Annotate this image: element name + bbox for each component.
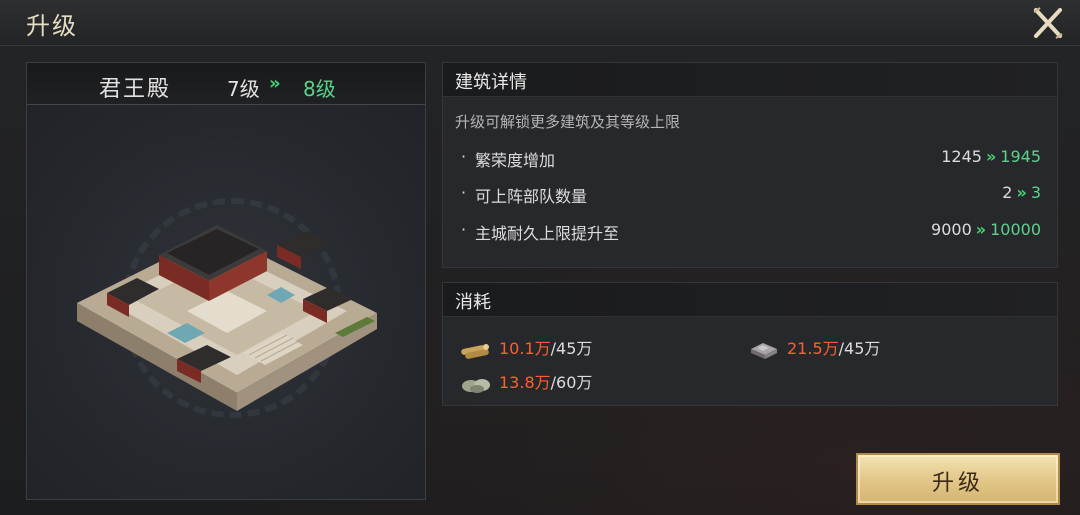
palace-building-icon xyxy=(77,225,377,411)
detail-label: 主城耐久上限提升至 xyxy=(475,224,620,243)
bullet: · xyxy=(461,183,467,202)
window-header: 升级 xyxy=(0,0,1080,46)
resource-stone: 13.8万/60万 xyxy=(459,369,592,395)
value-from: 1245 xyxy=(941,147,982,166)
detail-values: 1245» 1945 xyxy=(941,147,1041,166)
stone-icon xyxy=(462,378,490,393)
iron-total: /45万 xyxy=(838,339,881,358)
window-title: 升级 xyxy=(26,12,78,40)
current-level: 7级 xyxy=(227,77,260,101)
value-from: 2 xyxy=(1002,183,1013,202)
resource-iron: 21.5万/45万 xyxy=(747,335,880,361)
value-to: 1945 xyxy=(1000,147,1041,166)
detail-row-durability: · 主城耐久上限提升至 9000» 10000 xyxy=(443,220,1057,246)
detail-label: 可上阵部队数量 xyxy=(475,187,588,206)
increase-arrow-icon: » xyxy=(985,147,997,166)
cost-title: 消耗 xyxy=(443,283,1057,317)
building-details-section: 建筑详情 升级可解锁更多建筑及其等级上限 · 繁荣度增加 1245» 1945 ·… xyxy=(442,62,1058,268)
value-to: 10000 xyxy=(990,220,1041,239)
detail-row-prosperity: · 繁荣度增加 1245» 1945 xyxy=(443,147,1057,173)
value-to: 3 xyxy=(1030,183,1041,202)
detail-values: 9000» 10000 xyxy=(931,220,1041,239)
upgrade-button[interactable]: 升级 xyxy=(856,453,1060,505)
next-level: 8级 xyxy=(303,77,336,101)
stone-total: /60万 xyxy=(550,373,593,392)
iron-current: 21.5万 xyxy=(787,339,839,358)
wood-current: 10.1万 xyxy=(499,339,551,358)
close-icon[interactable] xyxy=(1030,6,1066,40)
bullet: · xyxy=(461,147,467,166)
details-description: 升级可解锁更多建筑及其等级上限 xyxy=(455,113,681,131)
detail-label: 繁荣度增加 xyxy=(475,151,556,170)
bullet: · xyxy=(461,220,467,239)
details-title: 建筑详情 xyxy=(443,63,1057,97)
detail-values: 2» 3 xyxy=(1002,183,1041,202)
iron-icon xyxy=(751,342,777,359)
cost-section: 消耗 10.1万/45万 21.5万/45万 13.8万/60万 xyxy=(442,282,1058,406)
stone-current: 13.8万 xyxy=(499,373,551,392)
resource-wood: 10.1万/45万 xyxy=(459,335,592,361)
value-from: 9000 xyxy=(931,220,972,239)
increase-arrow-icon: » xyxy=(1016,183,1027,202)
building-title-bar: 君王殿 7级 » 8级 xyxy=(27,63,425,105)
level-arrow-icon: » xyxy=(269,73,281,94)
detail-row-troops: · 可上阵部队数量 2» 3 xyxy=(443,183,1057,209)
building-name: 君王殿 xyxy=(99,77,172,102)
increase-arrow-icon: » xyxy=(975,220,987,239)
wood-total: /45万 xyxy=(550,339,593,358)
building-preview-panel: 君王殿 7级 » 8级 xyxy=(26,62,426,500)
wood-icon xyxy=(461,343,489,359)
upgrade-button-label: 升级 xyxy=(931,471,984,496)
